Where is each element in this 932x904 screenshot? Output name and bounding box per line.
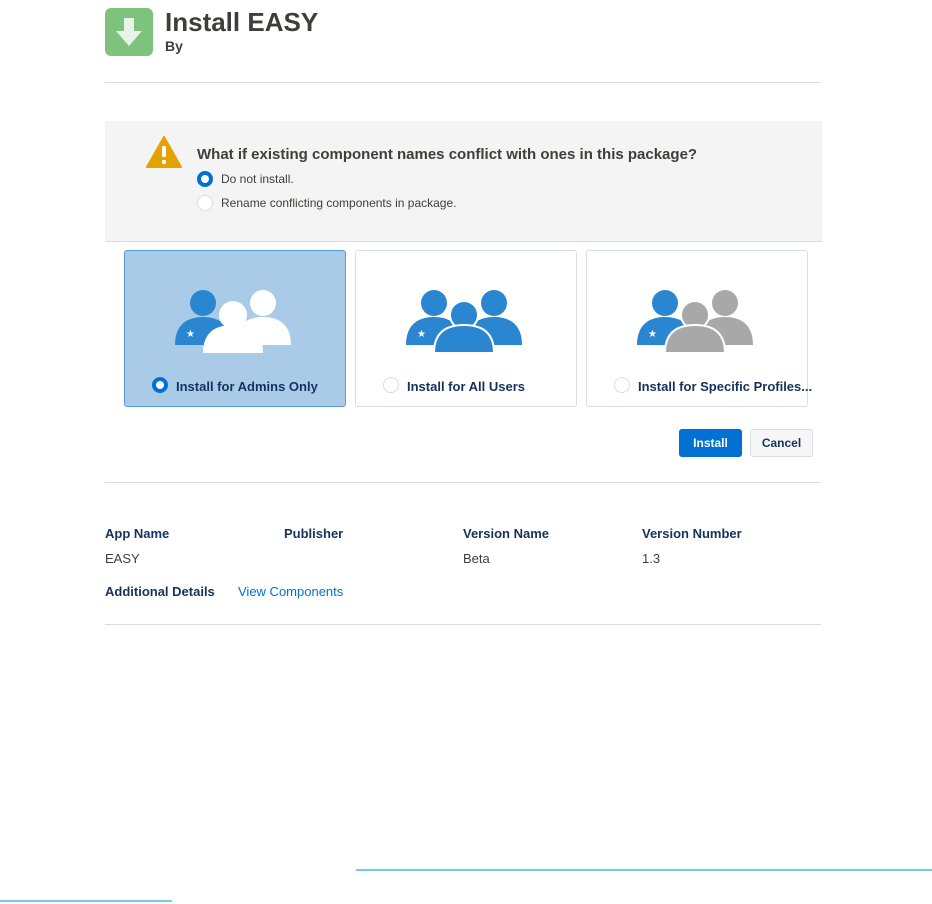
radio-specific-profiles[interactable] <box>614 377 630 393</box>
detail-value-app-name: EASY <box>105 551 140 566</box>
decorative-line <box>0 900 172 902</box>
divider <box>105 482 821 483</box>
page-title: Install EASY <box>165 7 319 37</box>
cancel-button[interactable]: Cancel <box>750 429 813 457</box>
card-label: Install for Specific Profiles... <box>638 379 813 394</box>
download-arrow-icon <box>105 8 153 56</box>
divider <box>105 624 821 625</box>
card-install-admins-only[interactable]: ★ Install for Admins Only <box>124 250 346 407</box>
svg-text:★: ★ <box>186 329 195 340</box>
detail-value-version-name: Beta <box>463 551 490 566</box>
install-button[interactable]: Install <box>679 429 742 457</box>
radio-all-users[interactable] <box>383 377 399 393</box>
option-label: Rename conflicting components in package… <box>221 196 457 210</box>
option-label: Do not install. <box>221 172 294 186</box>
admins-only-people-icon: ★ <box>175 290 291 353</box>
additional-details-label: Additional Details <box>105 584 215 599</box>
specific-profiles-people-icon: ★ <box>637 290 753 353</box>
svg-text:★: ★ <box>417 329 426 340</box>
divider <box>105 82 821 83</box>
radio-do-not-install[interactable] <box>197 171 213 187</box>
detail-header-publisher: Publisher <box>284 526 344 541</box>
warning-icon <box>146 136 182 168</box>
conflict-question: What if existing component names conflic… <box>197 146 698 163</box>
publisher-byline: By <box>165 38 183 54</box>
detail-header-app-name: App Name <box>105 526 170 541</box>
card-install-specific-profiles[interactable]: ★ Install for Specific Profiles... <box>586 250 812 407</box>
radio-admins-only[interactable] <box>152 377 168 393</box>
decorative-line <box>356 869 932 871</box>
radio-rename-conflicting[interactable] <box>197 195 213 211</box>
card-label: Install for All Users <box>407 379 525 394</box>
detail-header-version-name: Version Name <box>463 526 549 541</box>
card-label: Install for Admins Only <box>176 379 318 394</box>
view-components-link[interactable]: View Components <box>238 584 343 599</box>
detail-value-version-number: 1.3 <box>642 551 661 566</box>
conflict-resolution-panel: What if existing component names conflic… <box>105 121 822 242</box>
card-install-all-users[interactable]: ★ Install for All Users <box>355 250 577 407</box>
detail-header-version-number: Version Number <box>642 526 742 541</box>
all-users-people-icon: ★ <box>406 290 522 353</box>
svg-text:★: ★ <box>648 329 657 340</box>
